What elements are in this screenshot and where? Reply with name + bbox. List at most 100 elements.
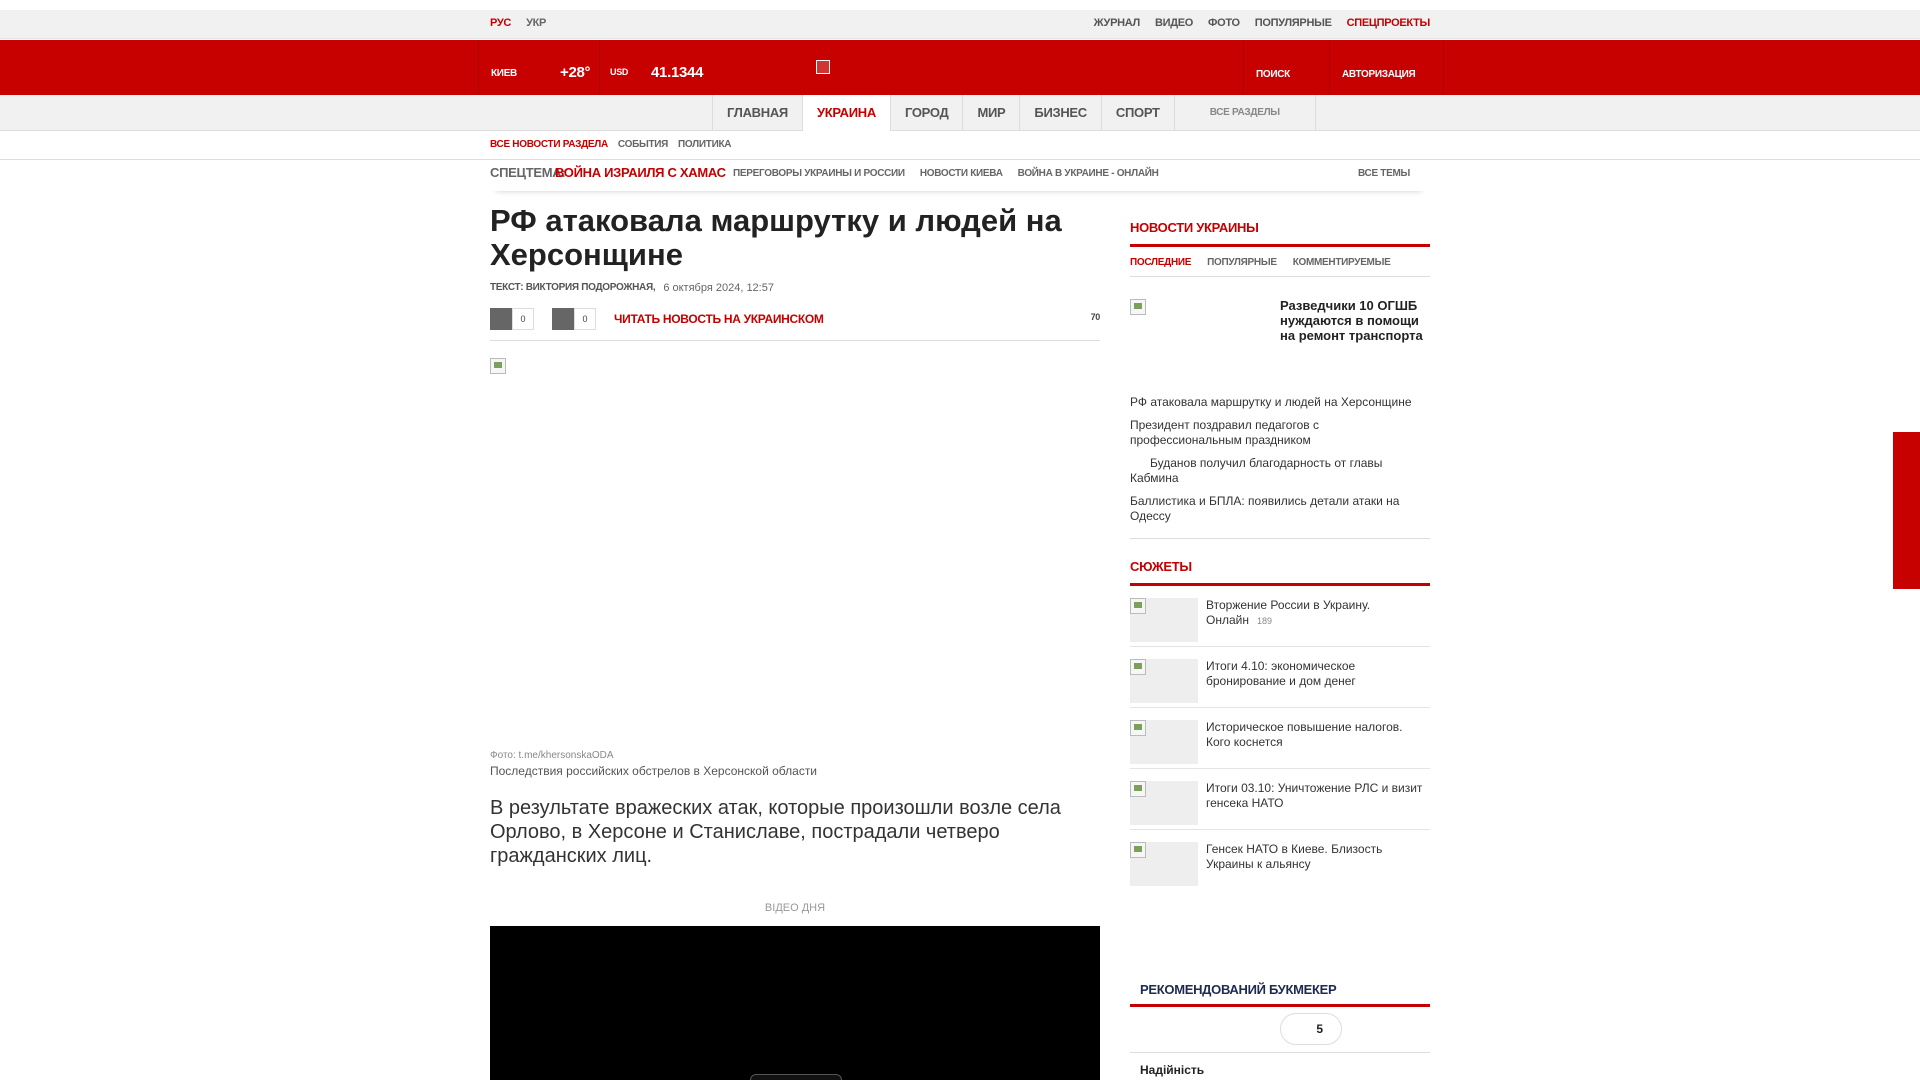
- news-list: РФ атаковала маршрутку и людей на Херсон…: [1130, 395, 1430, 524]
- list-item[interactable]: Буданов получил благодарность от главы К…: [1130, 456, 1430, 486]
- top-link-video[interactable]: ВИДЕО: [1155, 17, 1193, 29]
- tab-popular[interactable]: ПОПУЛЯРНЫЕ: [1207, 257, 1277, 276]
- city-label: КИЕВ: [491, 68, 517, 79]
- broken-image-icon: [1130, 299, 1146, 315]
- auth-button[interactable]: АВТОРИЗАЦИЯ: [1329, 40, 1444, 95]
- nav-city[interactable]: ГОРОД: [889, 95, 963, 131]
- special-topics-bar: СПЕЦТЕМА: ВОЙНА ИЗРАИЛЯ С ХАМАС ПЕРЕГОВО…: [490, 163, 1428, 191]
- currency-rate: 41.1344: [651, 64, 704, 81]
- share-telegram-icon[interactable]: [552, 308, 574, 330]
- story-item[interactable]: Генсек НАТО в Киеве. Близость Украины к …: [1130, 830, 1430, 891]
- story-thumbnail: [1130, 842, 1198, 886]
- article: РФ атаковала маршрутку и людей на Херсон…: [490, 203, 1100, 1080]
- auth-label: АВТОРИЗАЦИЯ: [1342, 69, 1416, 80]
- video-control[interactable]: [750, 1074, 842, 1080]
- section-divider: [1130, 1004, 1430, 1007]
- currency-widget[interactable]: USD 41.1344: [599, 40, 709, 95]
- broken-image-icon: [1130, 598, 1146, 614]
- video-player[interactable]: [490, 926, 1100, 1080]
- story-item[interactable]: Историческое повышение налогов. Кого кос…: [1130, 708, 1430, 769]
- nav-sport[interactable]: СПОРТ: [1100, 95, 1174, 131]
- author-name: ВИКТОРИЯ ПОДОРОЖНАЯ: [525, 282, 653, 293]
- nav-all-sections[interactable]: ВСЕ РАЗДЕЛЫ: [1173, 95, 1316, 131]
- side-banner-tab[interactable]: [1893, 432, 1920, 589]
- story-thumbnail: [1130, 598, 1198, 642]
- story-thumbnail: [1130, 720, 1198, 764]
- spec-link-war-online[interactable]: ВОЙНА В УКРАИНЕ - ОНЛАЙН: [1018, 168, 1159, 179]
- spec-link-negotiations[interactable]: ПЕРЕГОВОРЫ УКРАИНЫ И РОССИИ: [733, 168, 905, 179]
- share-count-2: 0: [574, 308, 596, 330]
- story-title: Итоги 4.10: экономическое бронирование и…: [1206, 659, 1356, 688]
- top-bar: РУС УКР ЖУРНАЛ ВИДЕО ФОТО ПОПУЛЯРНЫЕ СПЕ…: [0, 10, 1920, 39]
- top-link-specprojects[interactable]: СПЕЦПРОЕКТЫ: [1347, 17, 1431, 29]
- story-item[interactable]: Вторжение России в Украину. Онлайн 189: [1130, 586, 1430, 647]
- nav-business[interactable]: БИЗНЕС: [1019, 95, 1100, 131]
- lang-ru[interactable]: РУС: [490, 17, 511, 29]
- divider: [1130, 538, 1430, 539]
- currency-label: USD: [610, 67, 629, 77]
- byline: ТЕКСТ: ВИКТОРИЯ ПОДОРОЖНАЯ, 6 октября 20…: [490, 282, 1100, 294]
- language-switcher: РУС УКР: [490, 17, 546, 29]
- spec-link-kyiv-news[interactable]: НОВОСТИ КИЕВА: [920, 168, 1003, 179]
- featured-news-title[interactable]: Разведчики 10 ОГШБ нуждаются в помощи на…: [1280, 298, 1428, 343]
- video-of-day-label: ВІДЕО ДНЯ: [764, 902, 826, 914]
- read-in-ukrainian-link[interactable]: ЧИТАТЬ НОВОСТЬ НА УКРАИНСКОМ: [614, 312, 824, 326]
- share-facebook-icon[interactable]: [490, 308, 512, 330]
- article-toolbar: 0 0 ЧИТАТЬ НОВОСТЬ НА УКРАИНСКОМ 70: [490, 308, 1100, 341]
- top-link-popular[interactable]: ПОПУЛЯРНЫЕ: [1255, 17, 1332, 29]
- spec-theme-link[interactable]: ВОЙНА ИЗРАИЛЯ С ХАМАС: [555, 165, 726, 180]
- bookmaker-title: РЕКОМЕНДОВАНИЙ БУКМЕКЕР: [1140, 982, 1337, 997]
- featured-news[interactable]: Разведчики 10 ОГШБ нуждаются в помощи на…: [1130, 285, 1430, 395]
- weather-widget[interactable]: КИЕВ +28°: [478, 40, 599, 95]
- nav-ukraine[interactable]: УКРАИНА: [801, 95, 890, 131]
- author-label: ТЕКСТ:: [490, 282, 524, 293]
- photo-caption: Последствия российских обстрелов в Херсо…: [490, 764, 818, 778]
- main-nav: ГЛАВНАЯ УКРАИНА ГОРОД МИР БИЗНЕС СПОРТ В…: [0, 95, 1920, 131]
- story-title: Генсек НАТО в Киеве. Близость Украины к …: [1206, 842, 1383, 871]
- article-title: РФ атаковала маршрутку и людей на Херсон…: [490, 203, 1062, 272]
- broken-image-icon: [1130, 659, 1146, 675]
- list-item[interactable]: РФ атаковала маршрутку и людей на Херсон…: [1130, 395, 1430, 410]
- story-title: Историческое повышение налогов. Кого кос…: [1206, 720, 1403, 749]
- tab-commented[interactable]: КОММЕНТИРУЕМЫЕ: [1293, 257, 1391, 276]
- story-item[interactable]: Итоги 4.10: экономическое бронирование и…: [1130, 647, 1430, 708]
- broken-image-icon: [1130, 781, 1146, 797]
- share-count-1: 0: [512, 308, 534, 330]
- bookmaker-rating[interactable]: 5: [1280, 1013, 1342, 1045]
- tab-latest[interactable]: ПОСЛЕДНИЕ: [1130, 257, 1191, 276]
- subnav-politics[interactable]: ПОЛИТИКА: [678, 139, 731, 150]
- ukraine-news-title[interactable]: НОВОСТИ УКРАИНЫ: [1130, 220, 1430, 235]
- stories-list: Вторжение России в Украину. Онлайн 189 Ит…: [1130, 586, 1430, 891]
- search-label: ПОИСК: [1256, 69, 1290, 80]
- stories-title[interactable]: СЮЖЕТЫ: [1130, 559, 1430, 574]
- story-title: Вторжение России в Украину. Онлайн: [1206, 598, 1371, 627]
- spec-all-topics[interactable]: ВСЕ ТЕМЫ: [1358, 168, 1428, 179]
- site-header: КИЕВ +28° USD 41.1344 ПОИСК АВТОРИЗАЦИЯ: [0, 40, 1920, 95]
- subnav-all-news[interactable]: ВСЕ НОВОСТИ РАЗДЕЛА: [490, 139, 608, 150]
- search-button[interactable]: ПОИСК: [1243, 40, 1329, 95]
- story-item[interactable]: Итоги 03.10: Уничтожение РЛС и визит ген…: [1130, 769, 1430, 830]
- list-item[interactable]: Баллистика и БПЛА: появились детали атак…: [1130, 494, 1430, 524]
- story-title: Итоги 03.10: Уничтожение РЛС и визит ген…: [1206, 781, 1423, 810]
- top-link-journal[interactable]: ЖУРНАЛ: [1094, 17, 1141, 29]
- nav-world[interactable]: МИР: [962, 95, 1019, 131]
- story-count: 189: [1256, 616, 1272, 626]
- view-count: 70: [1090, 312, 1101, 322]
- broken-image-icon: [490, 358, 506, 374]
- temperature: +28°: [560, 64, 591, 81]
- author[interactable]: ТЕКСТ: ВИКТОРИЯ ПОДОРОЖНАЯ,: [490, 282, 656, 294]
- site-logo[interactable]: [816, 60, 830, 74]
- bookmaker-reliability-label: Надійність: [1140, 1063, 1205, 1077]
- top-link-photo[interactable]: ФОТО: [1208, 17, 1240, 29]
- list-item[interactable]: Президент поздравил педагогов с професси…: [1130, 418, 1430, 448]
- subnav-events[interactable]: СОБЫТИЯ: [618, 139, 668, 150]
- nav-main[interactable]: ГЛАВНАЯ: [712, 95, 802, 131]
- sidebar: НОВОСТИ УКРАИНЫ ПОСЛЕДНИЕ ПОПУЛЯРНЫЕ КОМ…: [1130, 220, 1430, 1077]
- photo-credit: Фото: t.me/khersonskaODA: [490, 750, 614, 761]
- broken-image-icon: [1130, 720, 1146, 736]
- publish-date: 6 октября 2024, 12:57: [663, 282, 774, 294]
- top-links: ЖУРНАЛ ВИДЕО ФОТО ПОПУЛЯРНЫЕ СПЕЦПРОЕКТЫ: [1094, 17, 1431, 29]
- lang-ua[interactable]: УКР: [526, 17, 546, 29]
- divider: [1130, 1052, 1430, 1053]
- article-lead: В результате вражеских атак, которые про…: [490, 797, 1061, 867]
